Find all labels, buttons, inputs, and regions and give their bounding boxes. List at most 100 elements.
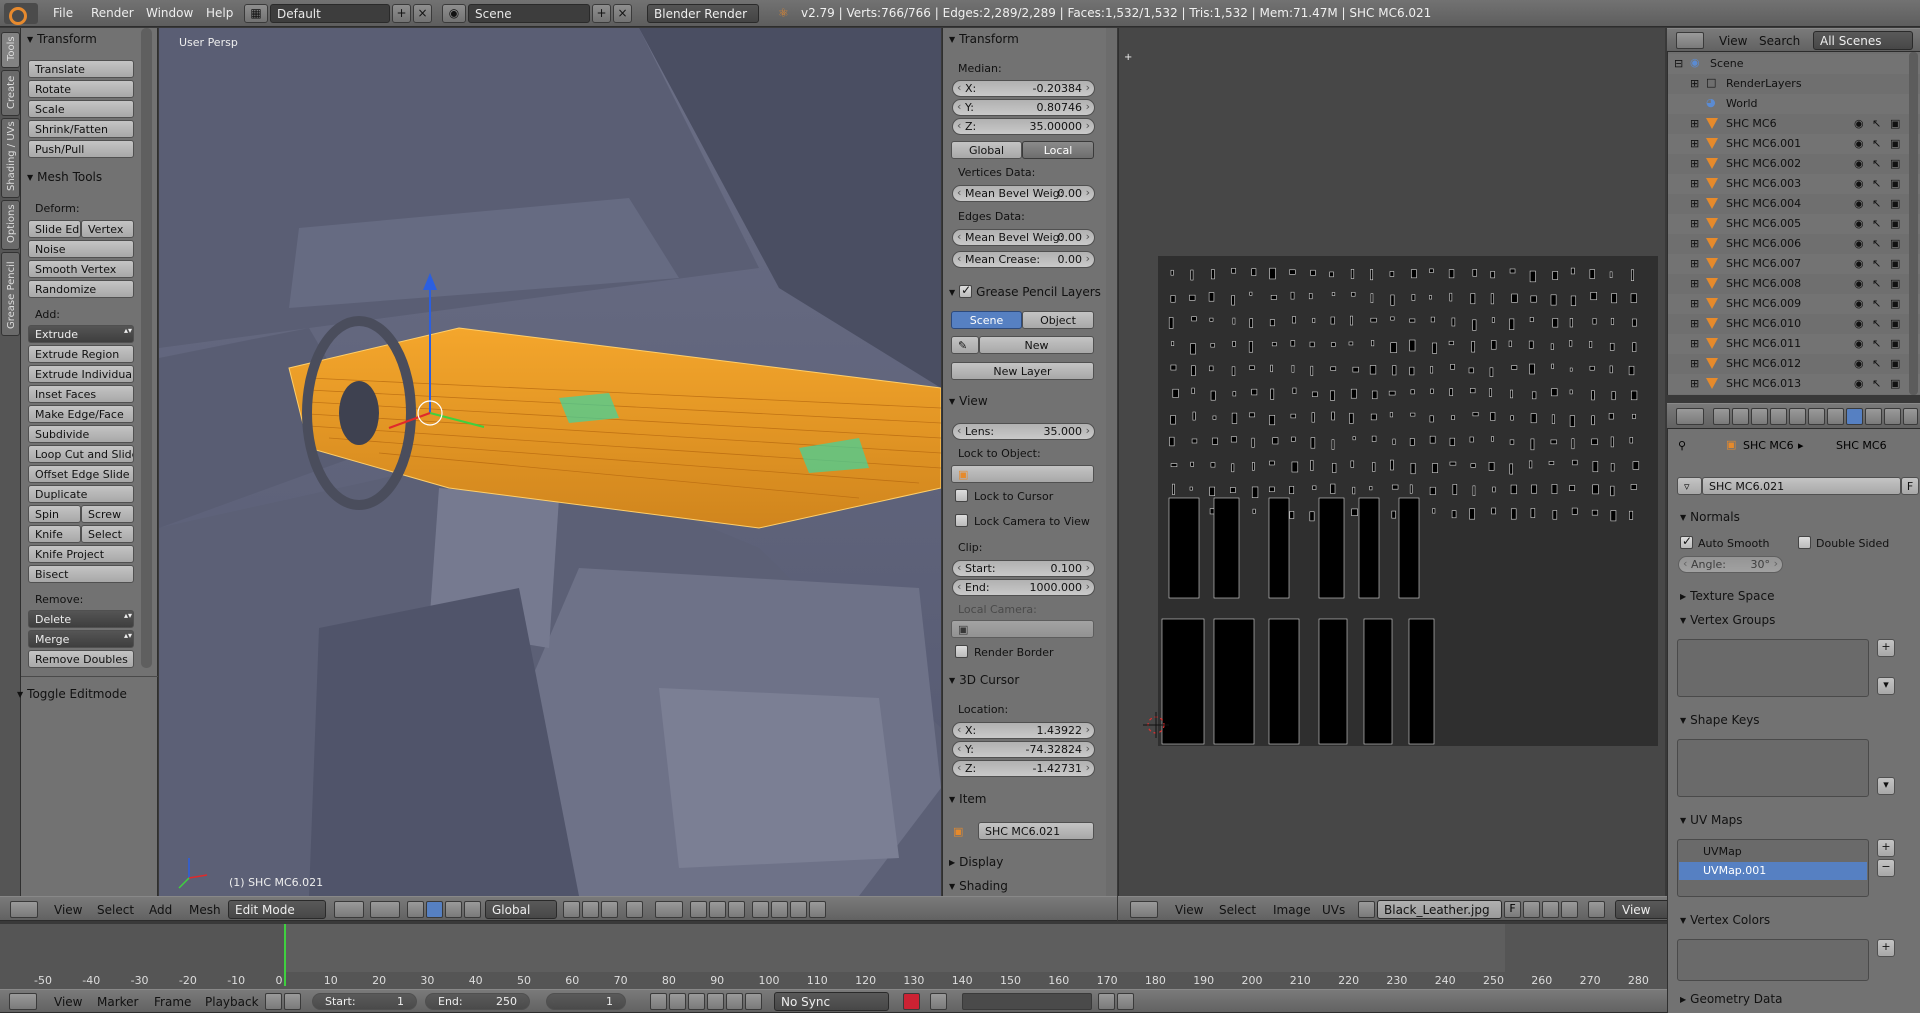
uv-maps-header[interactable]: UV Maps <box>1676 810 1916 830</box>
tab-create[interactable]: Create <box>1 70 20 116</box>
selectable-cursor-icon[interactable]: ↖ <box>1872 177 1884 190</box>
visibility-eye-icon[interactable]: ◉ <box>1854 157 1866 170</box>
uv-map-item-active[interactable]: UVMap.001 <box>1679 862 1867 880</box>
pin-image-icon[interactable] <box>1588 901 1605 918</box>
median-y-field[interactable]: Y:0.80746 <box>952 99 1095 116</box>
outliner-menu-search[interactable]: Search <box>1759 34 1800 48</box>
renderable-camera-icon[interactable]: ▣ <box>1890 297 1902 310</box>
randomize-button[interactable]: Randomize <box>28 280 134 298</box>
renderable-camera-icon[interactable]: ▣ <box>1890 217 1902 230</box>
knife-button[interactable]: Knife <box>28 525 81 543</box>
shape-key-menu-icon[interactable]: ▾ <box>1877 777 1895 795</box>
make-edge-face-button[interactable]: Make Edge/Face <box>28 405 134 423</box>
expand-icon[interactable]: ⊞ <box>1690 377 1699 390</box>
knife-project-button[interactable]: Knife Project <box>28 545 134 563</box>
outliner-row-renderlayers[interactable]: ⊞ □ RenderLayers <box>1668 74 1920 94</box>
expand-icon[interactable]: ⊞ <box>1690 217 1699 230</box>
renderable-camera-icon[interactable]: ▣ <box>1890 197 1902 210</box>
renderable-camera-icon[interactable]: ▣ <box>1890 237 1902 250</box>
vertex-groups-list[interactable] <box>1677 639 1869 697</box>
loop-cut-slide-button[interactable]: Loop Cut and Slide <box>28 445 134 463</box>
grease-pencil-icon[interactable] <box>809 901 826 918</box>
active-keying-set-field[interactable] <box>962 993 1092 1010</box>
image-name-field[interactable]: Black_Leather.jpg <box>1377 900 1502 919</box>
lock-camera-checkbox[interactable] <box>955 514 968 527</box>
mean-bevel-weight-vertex-field[interactable]: Mean Bevel Weig:0.00 <box>952 185 1095 202</box>
median-z-field[interactable]: Z:35.00000 <box>952 118 1095 135</box>
selectable-cursor-icon[interactable]: ↖ <box>1872 357 1884 370</box>
pencil-icon[interactable]: ✎ <box>951 336 979 354</box>
material-tab-icon[interactable] <box>1865 408 1882 425</box>
expand-icon[interactable]: ⊞ <box>1690 177 1699 190</box>
uv-editor-type-icon[interactable] <box>1130 901 1158 918</box>
snap-target-icon[interactable] <box>728 901 745 918</box>
delete-dropdown[interactable]: Delete <box>28 610 134 628</box>
spin-button[interactable]: Spin <box>28 505 81 523</box>
auto-smooth-checkbox[interactable] <box>1680 534 1693 549</box>
visibility-eye-icon[interactable]: ◉ <box>1854 117 1866 130</box>
visibility-eye-icon[interactable]: ◉ <box>1854 137 1866 150</box>
expand-icon[interactable]: ⊞ <box>1690 137 1699 150</box>
outliner-row-object[interactable]: ⊞ SHC MC6 ◉ ↖ ▣ <box>1668 114 1920 134</box>
expand-icon[interactable]: ⊞ <box>1690 157 1699 170</box>
renderable-camera-icon[interactable]: ▣ <box>1890 357 1902 370</box>
outliner-type-icon[interactable] <box>1676 32 1704 49</box>
translate-button[interactable]: Translate <box>28 60 134 78</box>
open-image-icon[interactable] <box>1542 901 1559 918</box>
visibility-eye-icon[interactable]: ◉ <box>1854 197 1866 210</box>
renderable-camera-icon[interactable]: ▣ <box>1890 137 1902 150</box>
render-engine-select[interactable]: Blender Render <box>647 4 759 23</box>
extrude-dropdown[interactable]: Extrude <box>28 325 134 343</box>
tab-tools[interactable]: Tools <box>1 32 20 68</box>
outliner-row-object[interactable]: ⊞ SHC MC6.007 ◉ ↖ ▣ <box>1668 254 1920 274</box>
selectable-cursor-icon[interactable]: ↖ <box>1872 277 1884 290</box>
scene-tab-icon[interactable] <box>1751 408 1768 425</box>
remove-uv-map-icon[interactable]: − <box>1877 859 1895 877</box>
visibility-eye-icon[interactable]: ◉ <box>1854 217 1866 230</box>
lock-object-field[interactable]: ▣ <box>951 465 1094 483</box>
vertex-colors-list[interactable] <box>1677 939 1869 981</box>
viewport-shading-icon[interactable] <box>334 901 364 918</box>
selectable-cursor-icon[interactable]: ↖ <box>1872 257 1884 270</box>
properties-type-icon[interactable] <box>1676 408 1704 425</box>
jump-end-icon[interactable] <box>745 993 762 1010</box>
shape-keys-header[interactable]: Shape Keys <box>1676 710 1916 730</box>
translate-manipulator-icon[interactable] <box>426 901 443 918</box>
unlink-image-icon[interactable] <box>1561 901 1578 918</box>
outliner-row-object[interactable]: ⊞ SHC MC6.011 ◉ ↖ ▣ <box>1668 334 1920 354</box>
visibility-eye-icon[interactable]: ◉ <box>1854 317 1866 330</box>
scene-name-field[interactable]: Scene <box>468 4 590 23</box>
edge-select-icon[interactable] <box>582 901 599 918</box>
uv-map-item[interactable]: UVMap <box>1679 843 1867 861</box>
image-browse-icon[interactable] <box>1358 901 1375 918</box>
selectable-cursor-icon[interactable]: ↖ <box>1872 117 1884 130</box>
play-reverse-icon[interactable] <box>688 993 705 1010</box>
shape-keys-list[interactable] <box>1677 739 1869 797</box>
menu-render[interactable]: Render <box>91 6 134 20</box>
bisect-button[interactable]: Bisect <box>28 565 134 583</box>
face-select-icon[interactable] <box>601 901 618 918</box>
transform-panel-header[interactable]: Transform <box>23 29 153 49</box>
layout-name-field[interactable]: Default <box>270 4 390 23</box>
outliner-row-scene[interactable]: ⊟ ◉ Scene <box>1668 54 1920 74</box>
vertex-colors-header[interactable]: Vertex Colors <box>1676 910 1916 930</box>
screenshot-icon[interactable] <box>790 901 807 918</box>
merge-dropdown[interactable]: Merge <box>28 630 134 648</box>
double-sided-checkbox[interactable] <box>1798 536 1811 549</box>
push-pull-button[interactable]: Push/Pull <box>28 140 134 158</box>
selectable-cursor-icon[interactable]: ↖ <box>1872 317 1884 330</box>
mesh-data-tab-icon[interactable] <box>1846 408 1863 425</box>
selectable-cursor-icon[interactable]: ↖ <box>1872 377 1884 390</box>
expand-icon[interactable]: ⊞ <box>1690 297 1699 310</box>
add-scene-icon[interactable]: + <box>592 4 611 23</box>
menu-window[interactable]: Window <box>146 6 193 20</box>
renderable-camera-icon[interactable]: ▣ <box>1890 117 1902 130</box>
selectable-cursor-icon[interactable]: ↖ <box>1872 157 1884 170</box>
renderable-camera-icon[interactable]: ▣ <box>1890 317 1902 330</box>
gp-new-button[interactable]: New <box>979 336 1094 354</box>
lock-range-icon[interactable] <box>284 993 301 1010</box>
renderable-camera-icon[interactable]: ▣ <box>1890 257 1902 270</box>
outliner-row-object[interactable]: ⊞ SHC MC6.008 ◉ ↖ ▣ <box>1668 274 1920 294</box>
add-vertex-group-icon[interactable]: + <box>1877 639 1895 657</box>
selectable-cursor-icon[interactable]: ↖ <box>1872 137 1884 150</box>
